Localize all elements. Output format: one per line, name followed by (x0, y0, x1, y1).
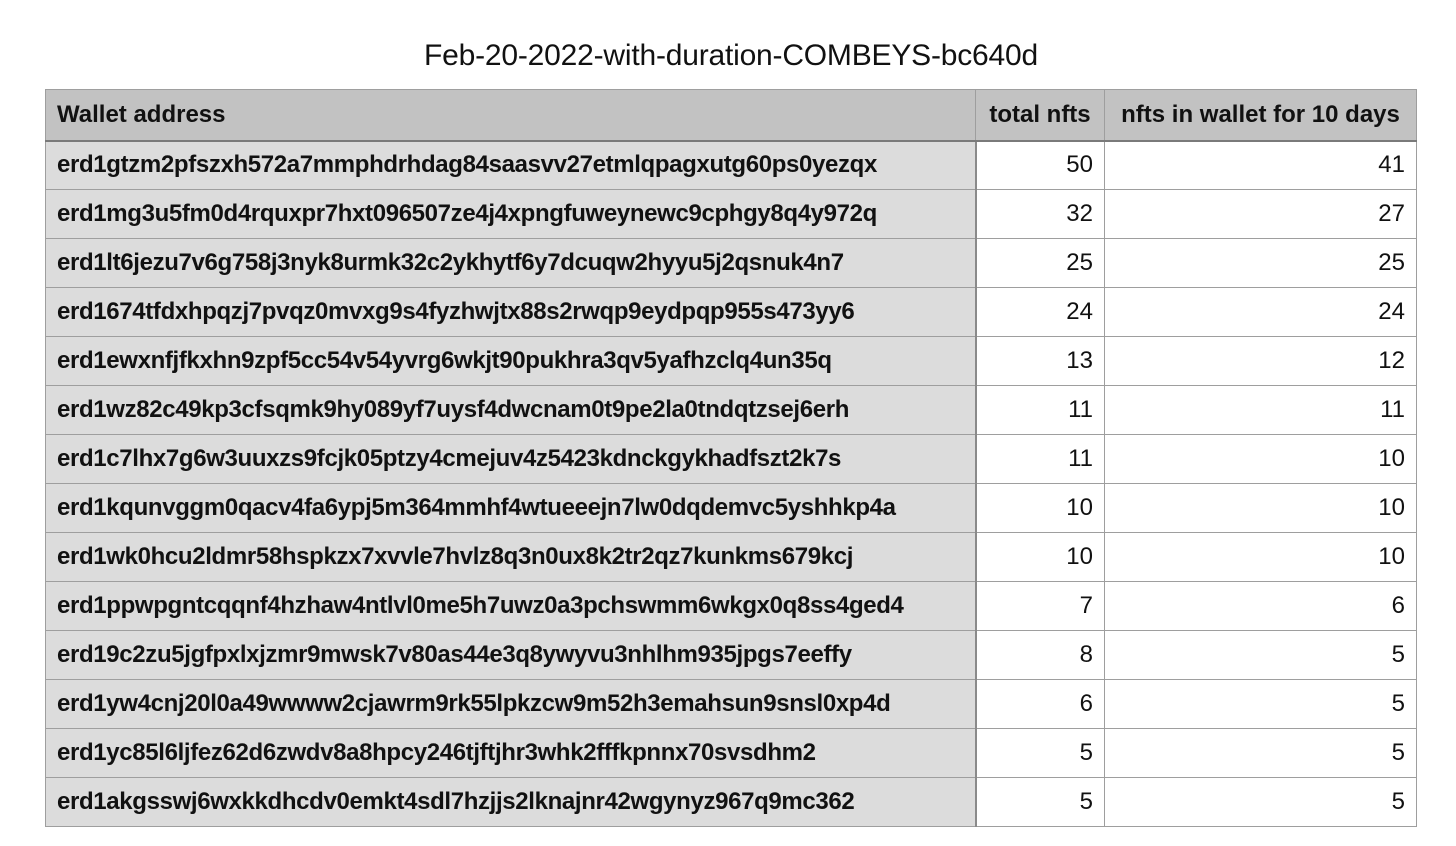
table-row[interactable]: erd19c2zu5jgfpxlxjzmr9mwsk7v80as44e3q8yw… (45, 630, 1417, 680)
table-row[interactable]: erd1674tfdxhpqzj7pvqz0mvxg9s4fyzhwjtx88s… (45, 287, 1417, 337)
total-nfts-cell[interactable]: 10 (975, 483, 1105, 533)
table-body: erd1gtzm2pfszxh572a7mmphdrhdag84saasvv27… (45, 140, 1417, 827)
table-row[interactable]: erd1lt6jezu7v6g758j3nyk8urmk32c2ykhytf6y… (45, 238, 1417, 288)
total-nfts-cell[interactable]: 11 (975, 385, 1105, 435)
wallet-address-cell[interactable]: erd1c7lhx7g6w3uuxzs9fcjk05ptzy4cmejuv4z5… (45, 434, 977, 484)
total-nfts-cell[interactable]: 24 (975, 287, 1105, 337)
wallet-address-cell[interactable]: erd1ppwpgntcqqnf4hzhaw4ntlvl0me5h7uwz0a3… (45, 581, 977, 631)
wallet-address-cell[interactable]: erd1ewxnfjfkxhn9zpf5cc54v54yvrg6wkjt90pu… (45, 336, 977, 386)
nfts-10-days-cell[interactable]: 5 (1104, 679, 1417, 729)
wallet-address-cell[interactable]: erd1674tfdxhpqzj7pvqz0mvxg9s4fyzhwjtx88s… (45, 287, 977, 337)
wallet-address-cell[interactable]: erd1akgsswj6wxkkdhcdv0emkt4sdl7hzjjs2lkn… (45, 777, 977, 827)
nfts-10-days-cell[interactable]: 10 (1104, 532, 1417, 582)
page-title: Feb-20-2022-with-duration-COMBEYS-bc640d (424, 39, 1038, 72)
total-nfts-cell[interactable]: 11 (975, 434, 1105, 484)
wallet-address-cell[interactable]: erd1yw4cnj20l0a49wwww2cjawrm9rk55lpkzcw9… (45, 679, 977, 729)
nfts-10-days-cell[interactable]: 41 (1104, 140, 1417, 190)
table-row[interactable]: erd1ewxnfjfkxhn9zpf5cc54v54yvrg6wkjt90pu… (45, 336, 1417, 386)
column-header-total-nfts[interactable]: total nfts (975, 89, 1105, 142)
table-row[interactable]: erd1yc85l6ljfez62d6zwdv8a8hpcy246tjftjhr… (45, 728, 1417, 778)
nfts-10-days-cell[interactable]: 6 (1104, 581, 1417, 631)
nfts-10-days-cell[interactable]: 11 (1104, 385, 1417, 435)
wallet-address-cell[interactable]: erd1yc85l6ljfez62d6zwdv8a8hpcy246tjftjhr… (45, 728, 977, 778)
total-nfts-cell[interactable]: 32 (975, 189, 1105, 239)
wallet-address-cell[interactable]: erd1wz82c49kp3cfsqmk9hy089yf7uysf4dwcnam… (45, 385, 977, 435)
table-row[interactable]: erd1gtzm2pfszxh572a7mmphdrhdag84saasvv27… (45, 140, 1417, 190)
total-nfts-cell[interactable]: 6 (975, 679, 1105, 729)
total-nfts-cell[interactable]: 8 (975, 630, 1105, 680)
total-nfts-cell[interactable]: 10 (975, 532, 1105, 582)
wallet-table: Wallet address total nfts nfts in wallet… (45, 89, 1417, 827)
wallet-address-cell[interactable]: erd1lt6jezu7v6g758j3nyk8urmk32c2ykhytf6y… (45, 238, 977, 288)
total-nfts-cell[interactable]: 50 (975, 140, 1105, 190)
wallet-address-cell[interactable]: erd1mg3u5fm0d4rquxpr7hxt096507ze4j4xpngf… (45, 189, 977, 239)
column-header-nfts-10-days[interactable]: nfts in wallet for 10 days (1104, 89, 1417, 142)
wallet-address-cell[interactable]: erd19c2zu5jgfpxlxjzmr9mwsk7v80as44e3q8yw… (45, 630, 977, 680)
nfts-10-days-cell[interactable]: 25 (1104, 238, 1417, 288)
total-nfts-cell[interactable]: 7 (975, 581, 1105, 631)
total-nfts-cell[interactable]: 5 (975, 728, 1105, 778)
nfts-10-days-cell[interactable]: 5 (1104, 777, 1417, 827)
total-nfts-cell[interactable]: 5 (975, 777, 1105, 827)
table-row[interactable]: erd1mg3u5fm0d4rquxpr7hxt096507ze4j4xpngf… (45, 189, 1417, 239)
table-row[interactable]: erd1ppwpgntcqqnf4hzhaw4ntlvl0me5h7uwz0a3… (45, 581, 1417, 631)
table-row[interactable]: erd1akgsswj6wxkkdhcdv0emkt4sdl7hzjjs2lkn… (45, 777, 1417, 827)
nfts-10-days-cell[interactable]: 27 (1104, 189, 1417, 239)
wallet-address-cell[interactable]: erd1kqunvggm0qacv4fa6ypj5m364mmhf4wtueee… (45, 483, 977, 533)
table-row[interactable]: erd1wk0hcu2ldmr58hspkzx7xvvle7hvlz8q3n0u… (45, 532, 1417, 582)
table-row[interactable]: erd1wz82c49kp3cfsqmk9hy089yf7uysf4dwcnam… (45, 385, 1417, 435)
nfts-10-days-cell[interactable]: 24 (1104, 287, 1417, 337)
table-row[interactable]: erd1yw4cnj20l0a49wwww2cjawrm9rk55lpkzcw9… (45, 679, 1417, 729)
nfts-10-days-cell[interactable]: 5 (1104, 728, 1417, 778)
nfts-10-days-cell[interactable]: 12 (1104, 336, 1417, 386)
wallet-address-cell[interactable]: erd1gtzm2pfszxh572a7mmphdrhdag84saasvv27… (45, 140, 977, 190)
nfts-10-days-cell[interactable]: 10 (1104, 434, 1417, 484)
nfts-10-days-cell[interactable]: 10 (1104, 483, 1417, 533)
column-header-wallet-address[interactable]: Wallet address (45, 89, 976, 142)
table-row[interactable]: erd1c7lhx7g6w3uuxzs9fcjk05ptzy4cmejuv4z5… (45, 434, 1417, 484)
total-nfts-cell[interactable]: 25 (975, 238, 1105, 288)
table-row[interactable]: erd1kqunvggm0qacv4fa6ypj5m364mmhf4wtueee… (45, 483, 1417, 533)
nfts-10-days-cell[interactable]: 5 (1104, 630, 1417, 680)
total-nfts-cell[interactable]: 13 (975, 336, 1105, 386)
wallet-address-cell[interactable]: erd1wk0hcu2ldmr58hspkzx7xvvle7hvlz8q3n0u… (45, 532, 977, 582)
table-header-row: Wallet address total nfts nfts in wallet… (45, 89, 1417, 142)
